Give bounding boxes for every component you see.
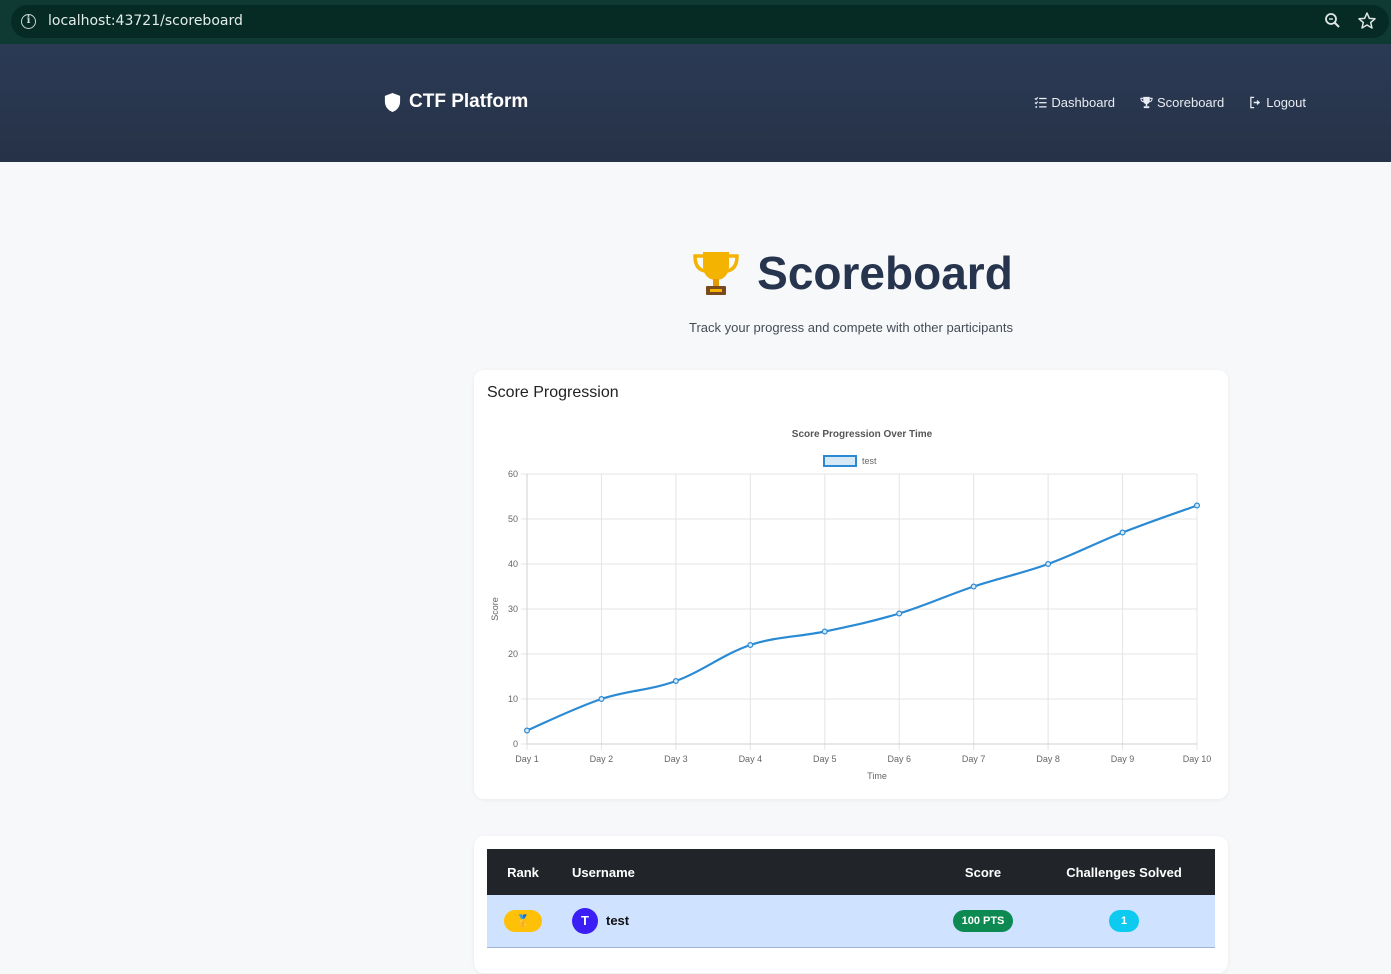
brand-logo[interactable]: CTF Platform (383, 91, 528, 113)
data-point (1045, 561, 1052, 568)
x-tick-label: Day 10 (1183, 754, 1212, 764)
x-tick-label: Day 3 (664, 754, 688, 764)
brand-name: CTF Platform (409, 91, 529, 112)
y-tick-label: 10 (508, 694, 518, 704)
solved-header[interactable]: Challenges Solved (1033, 849, 1215, 895)
score-progression-chart: Score Progression Over Time test 0 10 20 30 40… (490, 429, 1212, 781)
tasks-icon (1034, 97, 1047, 108)
table-row[interactable]: 🥇 T test 100 PTS 1 (487, 895, 1215, 947)
top-navbar: CTF Platform Dashboard Scoreboard Logout (0, 44, 1391, 162)
trophy-icon (1140, 96, 1153, 109)
page-title: Scoreboard (757, 247, 1013, 299)
legend-label: test (862, 456, 877, 466)
leaderboard-card: Rank Username Score Challenges Solved 🥇 … (474, 836, 1228, 973)
nav-logout-label: Logout (1266, 95, 1306, 110)
table-header-row: Rank Username Score Challenges Solved (487, 849, 1215, 895)
x-axis-title: Time (867, 771, 887, 781)
x-tick-label: Day 4 (739, 754, 763, 764)
user-cell: T test (572, 907, 933, 934)
series-line (526, 504, 1198, 732)
nav-dashboard-link[interactable]: Dashboard (1034, 95, 1115, 110)
x-tick-label: Day 1 (515, 754, 539, 764)
score-badge: 100 PTS (952, 909, 1014, 932)
y-tick-label: 30 (508, 604, 518, 614)
chart-title: Score Progression Over Time (792, 429, 933, 440)
browser-toolbar: i localhost:43721/scoreboard (0, 0, 1391, 44)
nav-dashboard-label: Dashboard (1051, 95, 1116, 110)
x-tick-label: Day 9 (1111, 754, 1135, 764)
x-tick-label: Day 8 (1036, 754, 1060, 764)
score-progression-card: Score Progression Score Progression Over… (474, 370, 1228, 799)
data-point (896, 610, 903, 617)
nav-logout-link[interactable]: Logout (1249, 95, 1306, 110)
y-tick-label: 0 (513, 739, 518, 749)
solved-count-badge: 1 (1109, 909, 1139, 932)
url-text[interactable]: localhost:43721/scoreboard (48, 13, 243, 29)
page-heading: Scoreboard (0, 246, 1391, 300)
site-info-icon[interactable]: i (21, 14, 36, 29)
zoom-icon[interactable] (1323, 11, 1343, 31)
data-point (672, 678, 679, 685)
data-point (821, 628, 828, 635)
username[interactable]: test (606, 913, 629, 928)
rank-header[interactable]: Rank (487, 849, 559, 895)
data-point (1119, 529, 1126, 536)
nav-scoreboard-label: Scoreboard (1157, 95, 1225, 110)
y-tick-label: 40 (508, 559, 518, 569)
nav-scoreboard-link[interactable]: Scoreboard (1140, 95, 1224, 110)
y-axis-title: Score (490, 597, 500, 621)
leaderboard-table: Rank Username Score Challenges Solved 🥇 … (487, 849, 1215, 948)
bookmark-star-icon[interactable] (1357, 11, 1377, 31)
username-header[interactable]: Username (559, 849, 933, 895)
shield-icon (384, 92, 401, 112)
x-tick-label: Day 2 (590, 754, 614, 764)
logout-icon (1250, 96, 1261, 109)
legend-swatch (823, 455, 857, 467)
data-point (747, 642, 754, 649)
nav-links: Dashboard Scoreboard Logout (1034, 95, 1306, 110)
data-point (523, 727, 530, 734)
x-tick-label: Day 5 (813, 754, 837, 764)
page-subtitle: Track your progress and compete with oth… (689, 320, 1013, 335)
y-tick-label: 50 (508, 514, 518, 524)
y-tick-label: 20 (508, 649, 518, 659)
score-header[interactable]: Score (933, 849, 1033, 895)
x-tick-label: Day 6 (887, 754, 911, 764)
address-bar[interactable]: i localhost:43721/scoreboard (11, 5, 1389, 38)
trophy-icon (693, 252, 739, 295)
data-point (970, 583, 977, 590)
y-tick-label: 60 (508, 469, 518, 479)
x-tick-label: Day 7 (962, 754, 986, 764)
data-point (598, 696, 605, 703)
data-point (1193, 502, 1200, 509)
avatar: T (572, 907, 598, 934)
gold-medal-icon: 🥇 (504, 909, 542, 932)
